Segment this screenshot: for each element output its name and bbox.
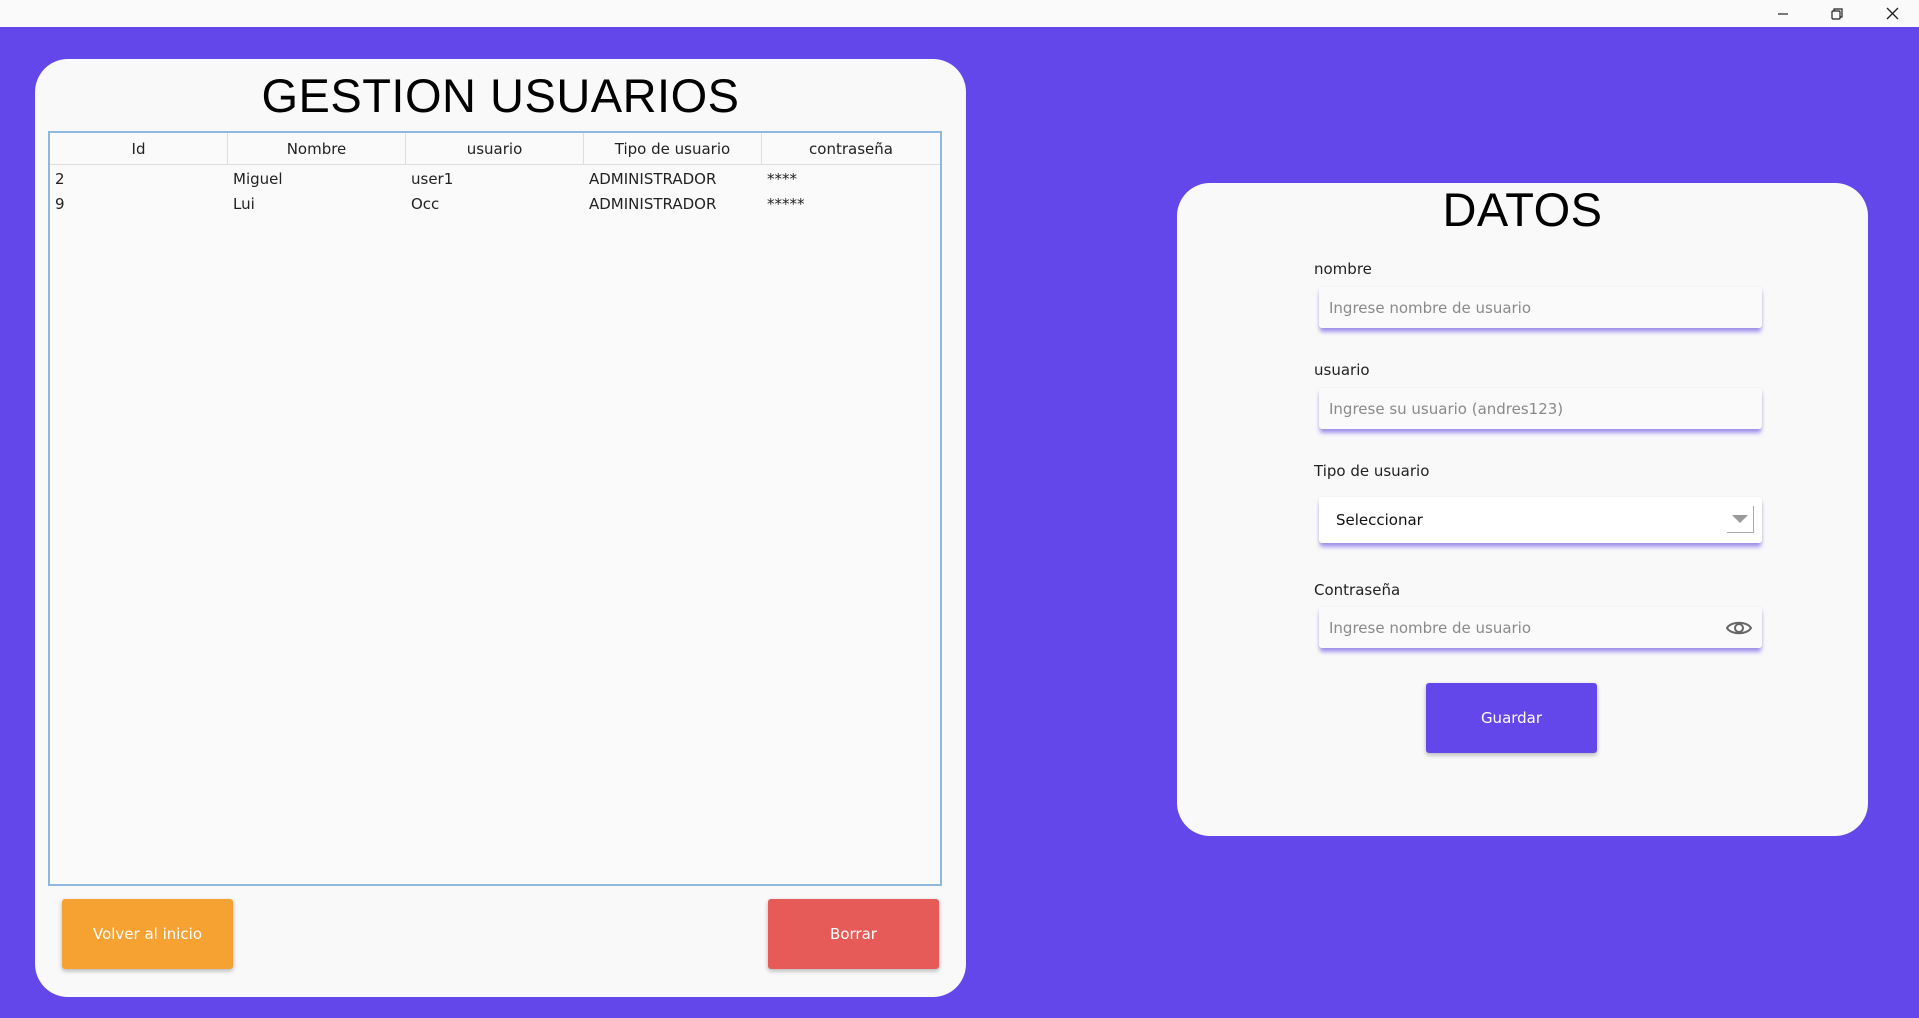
- cell-contrasena: ****: [767, 169, 797, 188]
- chevron-down-icon: [1732, 515, 1748, 523]
- users-panel-title: GESTION USUARIOS: [261, 69, 740, 122]
- home-button[interactable]: Volver al inicio: [62, 899, 233, 969]
- cell-tipo: ADMINISTRADOR: [589, 194, 717, 213]
- table-row[interactable]: 9 Lui Occ ADMINISTRADOR *****: [50, 191, 940, 216]
- nombre-label: nombre: [1314, 260, 1372, 278]
- data-panel-title: DATOS: [1442, 183, 1603, 236]
- usuario-label: usuario: [1314, 361, 1370, 379]
- cell-usuario: Occ: [411, 194, 440, 213]
- tipo-label: Tipo de usuario: [1314, 462, 1430, 480]
- password-input[interactable]: [1319, 607, 1762, 648]
- cell-nombre: Miguel: [233, 169, 283, 188]
- cell-contrasena: *****: [767, 194, 805, 213]
- cell-id: 2: [55, 169, 65, 188]
- restore-icon: [1831, 7, 1843, 20]
- column-header-contrasena[interactable]: contraseña: [762, 133, 940, 164]
- cell-nombre: Lui: [233, 194, 255, 213]
- column-header-id[interactable]: Id: [50, 133, 228, 164]
- restore-button[interactable]: [1814, 0, 1860, 27]
- save-button[interactable]: Guardar: [1426, 683, 1597, 753]
- column-header-tipo[interactable]: Tipo de usuario: [584, 133, 762, 164]
- column-header-usuario[interactable]: usuario: [406, 133, 584, 164]
- close-button[interactable]: [1869, 0, 1915, 27]
- tipo-select-value: Seleccionar: [1336, 511, 1423, 529]
- users-panel: GESTION USUARIOS Id Nombre usuario Tipo …: [35, 59, 966, 997]
- eye-icon[interactable]: [1726, 618, 1752, 638]
- password-label: Contraseña: [1314, 581, 1401, 599]
- users-table[interactable]: Id Nombre usuario Tipo de usuario contra…: [48, 131, 942, 886]
- minimize-icon: [1778, 12, 1788, 15]
- cell-id: 9: [55, 194, 65, 213]
- window-titlebar: [0, 0, 1919, 27]
- table-row[interactable]: 2 Miguel user1 ADMINISTRADOR ****: [50, 166, 940, 191]
- minimize-button[interactable]: [1760, 0, 1806, 27]
- delete-button[interactable]: Borrar: [768, 899, 939, 969]
- cell-tipo: ADMINISTRADOR: [589, 169, 717, 188]
- dropdown-arrow[interactable]: [1727, 506, 1754, 533]
- password-field[interactable]: [1319, 607, 1762, 648]
- nombre-input[interactable]: [1319, 287, 1762, 328]
- nombre-field[interactable]: [1319, 287, 1762, 328]
- table-header: Id Nombre usuario Tipo de usuario contra…: [50, 133, 940, 165]
- usuario-field[interactable]: [1319, 388, 1762, 429]
- tipo-select[interactable]: Seleccionar: [1319, 497, 1762, 543]
- usuario-input[interactable]: [1319, 388, 1762, 429]
- close-icon: [1886, 7, 1898, 20]
- column-header-nombre[interactable]: Nombre: [228, 133, 406, 164]
- cell-usuario: user1: [411, 169, 454, 188]
- data-panel: DATOS nombre usuario Tipo de usuario Sel…: [1177, 183, 1868, 836]
